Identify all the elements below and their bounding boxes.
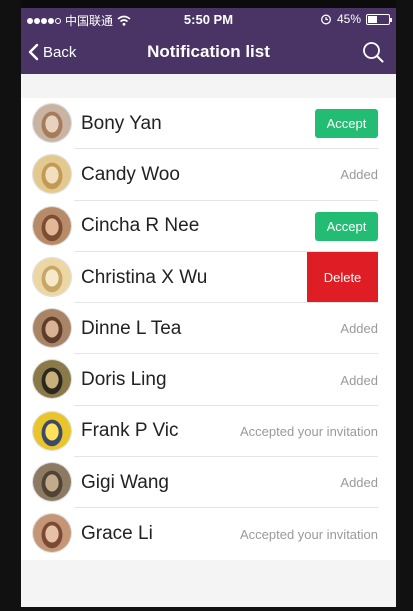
contact-name: Grace Li — [81, 523, 153, 545]
search-icon[interactable] — [362, 41, 384, 63]
contact-name: Doris Ling — [81, 369, 167, 391]
list-item[interactable]: Grace Li Accepted your invitation — [21, 508, 396, 559]
contact-name: Christina X Wu — [81, 266, 208, 288]
list-item[interactable]: Frank P Vic Accepted your invitation — [21, 406, 396, 458]
avatar — [32, 410, 72, 451]
status-label: Accepted your invitation — [239, 526, 378, 542]
avatar — [32, 205, 72, 246]
avatar — [32, 359, 72, 400]
battery-fill — [368, 15, 377, 23]
list-item[interactable]: Dinne L Tea Added — [21, 303, 396, 355]
contact-name: Cincha R Nee — [81, 215, 200, 237]
list-item[interactable]: Doris Ling Added — [21, 354, 396, 407]
avatar — [32, 308, 72, 349]
list-item[interactable]: Bony Yan Accept — [21, 98, 396, 150]
contact-name: Dinne L Tea — [81, 317, 182, 339]
notification-list: Bony Yan Accept Candy Woo Added Cincha R Nee… — [21, 98, 396, 560]
battery-percent: 45% — [336, 12, 361, 26]
device-bezel-bottom — [0, 607, 413, 611]
contact-name: Bony Yan — [81, 112, 162, 134]
avatar — [32, 154, 72, 195]
navigation-bar: Back Notification list — [21, 30, 396, 74]
list-item[interactable]: Candy Woo Added — [21, 149, 396, 201]
page-title: Notification list — [147, 42, 270, 61]
accept-button[interactable]: Accept — [315, 109, 378, 139]
device-bezel-left — [0, 0, 21, 611]
battery-icon — [366, 13, 392, 25]
list-item[interactable]: Christina X Wu Delete — [21, 251, 396, 304]
status-right: 45% — [320, 12, 392, 26]
alarm-icon — [321, 14, 331, 25]
list-item[interactable]: Cincha R Nee Accept — [21, 201, 396, 253]
status-bar: 中国联通 5:50 PM 45% — [21, 8, 396, 30]
avatar — [32, 462, 72, 503]
contact-name: Candy Woo — [81, 163, 180, 185]
status-label: Added — [340, 372, 378, 388]
avatar — [32, 256, 72, 297]
delete-button[interactable]: Delete — [307, 251, 378, 304]
list-item[interactable]: Gigi Wang Added — [21, 457, 396, 509]
avatar — [32, 103, 72, 143]
device-bezel-right — [396, 0, 413, 611]
status-label: Accepted your invitation — [239, 423, 378, 439]
status-label: Added — [340, 167, 378, 183]
status-label: Added — [340, 321, 378, 337]
avatar — [32, 513, 72, 554]
status-label: Added — [340, 475, 378, 491]
accept-button[interactable]: Accept — [315, 211, 378, 241]
phone-screen: 中国联通 5:50 PM 45% Back Notification list … — [21, 8, 396, 607]
contact-name: Frank P Vic — [81, 420, 179, 442]
contact-name: Gigi Wang — [81, 471, 169, 493]
